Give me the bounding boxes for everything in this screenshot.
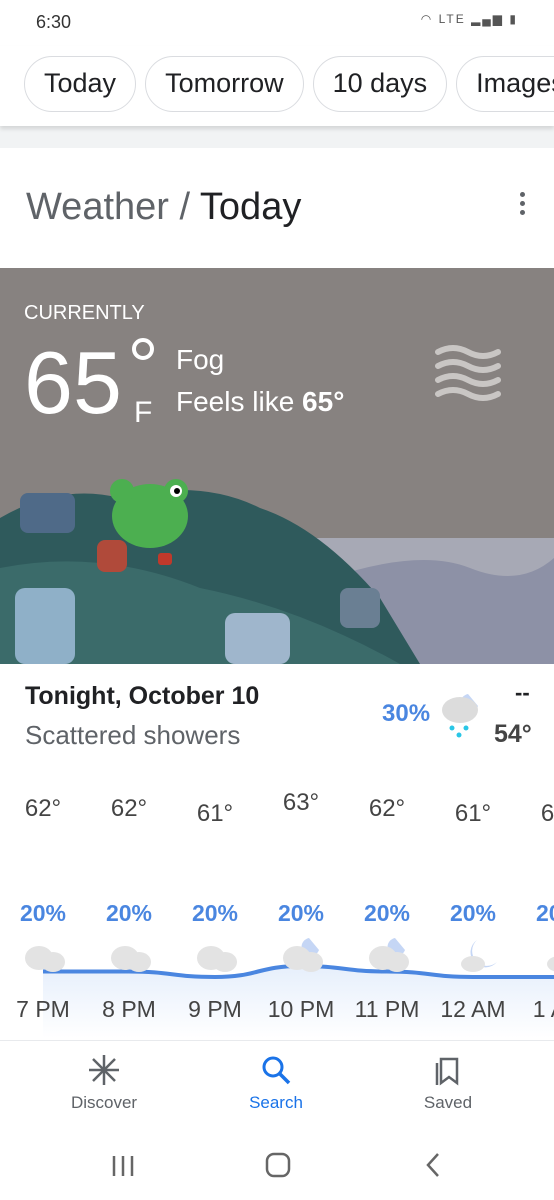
cloudy-icon xyxy=(197,946,237,972)
fog-icon xyxy=(435,345,501,401)
nav-discover-label: Discover xyxy=(70,1093,138,1112)
hour-temp: 63° xyxy=(282,789,320,816)
hour-temp: 62° xyxy=(110,794,148,822)
hour-time: 7 PM xyxy=(16,996,70,1022)
nav-saved[interactable]: Saved xyxy=(378,1053,518,1113)
hour-column: 62° 20% 8 PM xyxy=(86,768,172,1038)
hour-time: 1 AM xyxy=(532,996,554,1022)
hour-precip: 20% xyxy=(535,900,554,926)
hour-column: 62° 20% 7 PM xyxy=(0,768,86,1038)
system-nav xyxy=(0,1130,554,1200)
hour-column: 62° 20% 11 PM xyxy=(344,768,430,1038)
mostly-clear-night-icon xyxy=(461,940,497,972)
hour-temp: 62° xyxy=(368,794,406,822)
chip-bar: TodayTomorrow10 daysImages xyxy=(0,46,554,126)
hour-time: 9 PM xyxy=(188,996,242,1022)
hour-column: 61° 20% 9 PM xyxy=(172,768,258,1038)
hour-column: 63° 20% 10 PM xyxy=(258,768,344,1038)
weather-card: Weather / Today CURRENTLY 65 F Fog Feels… xyxy=(0,148,554,1040)
tonight-high: -- xyxy=(515,680,530,705)
clock: 6:30 xyxy=(36,12,72,32)
hour-temp: 61° xyxy=(540,800,554,827)
hour-precip: 20% xyxy=(363,900,411,926)
hour-time: 12 AM xyxy=(440,996,506,1022)
tonight-precip: 30% xyxy=(382,700,431,727)
tonight-title: Tonight, October 10 xyxy=(25,682,260,710)
home-icon[interactable] xyxy=(265,1152,291,1178)
current-temp: 65 xyxy=(24,333,122,432)
status-bar: 6:30 ◠ LTE ▂▄▆ ▮ xyxy=(0,0,554,46)
back-icon[interactable] xyxy=(424,1152,442,1178)
hour-precip: 20% xyxy=(191,900,239,926)
hour-column: 61° 20% 12 AM xyxy=(430,768,516,1038)
feels-like-label: Feels like xyxy=(176,386,303,417)
fog-illustration xyxy=(0,479,554,664)
nav-search-label: Search xyxy=(249,1093,303,1112)
hourly-forecast[interactable]: 62° 20% 7 PM 62° 20% 8 PM 61° 20% 9 PM 63° … xyxy=(0,768,554,1038)
partly-cloudy-night-icon xyxy=(283,938,323,972)
hour-precip: 20% xyxy=(449,900,497,926)
chip-images[interactable]: Images xyxy=(456,56,554,112)
wifi-icon: ◠ xyxy=(420,12,434,26)
partly-cloudy-night-icon xyxy=(369,938,409,972)
nav-saved-label: Saved xyxy=(423,1093,473,1112)
search-icon xyxy=(262,1056,291,1085)
recents-icon[interactable] xyxy=(110,1154,136,1178)
hour-precip: 20% xyxy=(277,900,325,926)
nav-search[interactable]: Search xyxy=(206,1053,346,1113)
battery-charging-icon: ▮ xyxy=(509,12,518,26)
currently-label: CURRENTLY xyxy=(24,302,145,324)
current-condition: Fog xyxy=(176,344,225,375)
tonight-summary: Scattered showers xyxy=(25,720,241,750)
title-prefix: Weather / xyxy=(26,186,200,228)
hour-precip: 20% xyxy=(105,900,153,926)
hour-temp: 62° xyxy=(24,794,62,822)
feels-like: Feels like 65° xyxy=(176,386,344,418)
nav-discover[interactable]: Discover xyxy=(34,1053,174,1113)
bookmarks-icon xyxy=(435,1057,459,1086)
hour-temp: 61° xyxy=(196,800,234,827)
hour-precip: 20% xyxy=(19,900,67,926)
chip-tomorrow[interactable]: Tomorrow xyxy=(145,56,304,112)
hour-column: 61° 20% 1 AM xyxy=(516,768,554,1038)
chip-10-days[interactable]: 10 days xyxy=(312,56,448,112)
temp-unit[interactable]: F xyxy=(134,396,152,430)
feels-like-value: 65° xyxy=(302,386,345,417)
title-main: Today xyxy=(199,186,302,228)
lte-icon: LTE xyxy=(438,12,466,26)
hour-time: 10 PM xyxy=(267,996,335,1022)
cloudy-icon xyxy=(25,946,65,972)
more-options-icon[interactable] xyxy=(520,192,526,219)
chip-today[interactable]: Today xyxy=(24,56,137,112)
mostly-clear-night-icon xyxy=(547,956,554,972)
signal-icon: ▂▄▆ xyxy=(471,12,505,26)
current-conditions: CURRENTLY 65 F Fog Feels like 65° xyxy=(0,268,554,664)
degree-symbol xyxy=(132,338,154,360)
page-title: Weather / Today xyxy=(26,186,301,229)
scattered-showers-night-icon xyxy=(442,694,478,738)
hour-temp: 61° xyxy=(454,800,492,827)
bottom-nav: Discover Search Saved xyxy=(0,1040,554,1130)
asterisk-icon xyxy=(89,1055,119,1085)
cloudy-icon xyxy=(111,946,151,972)
status-icons: ◠ LTE ▂▄▆ ▮ xyxy=(421,12,518,26)
hour-time: 11 PM xyxy=(354,996,420,1022)
hour-time: 8 PM xyxy=(102,996,156,1022)
tonight-low: 54° xyxy=(494,720,532,748)
